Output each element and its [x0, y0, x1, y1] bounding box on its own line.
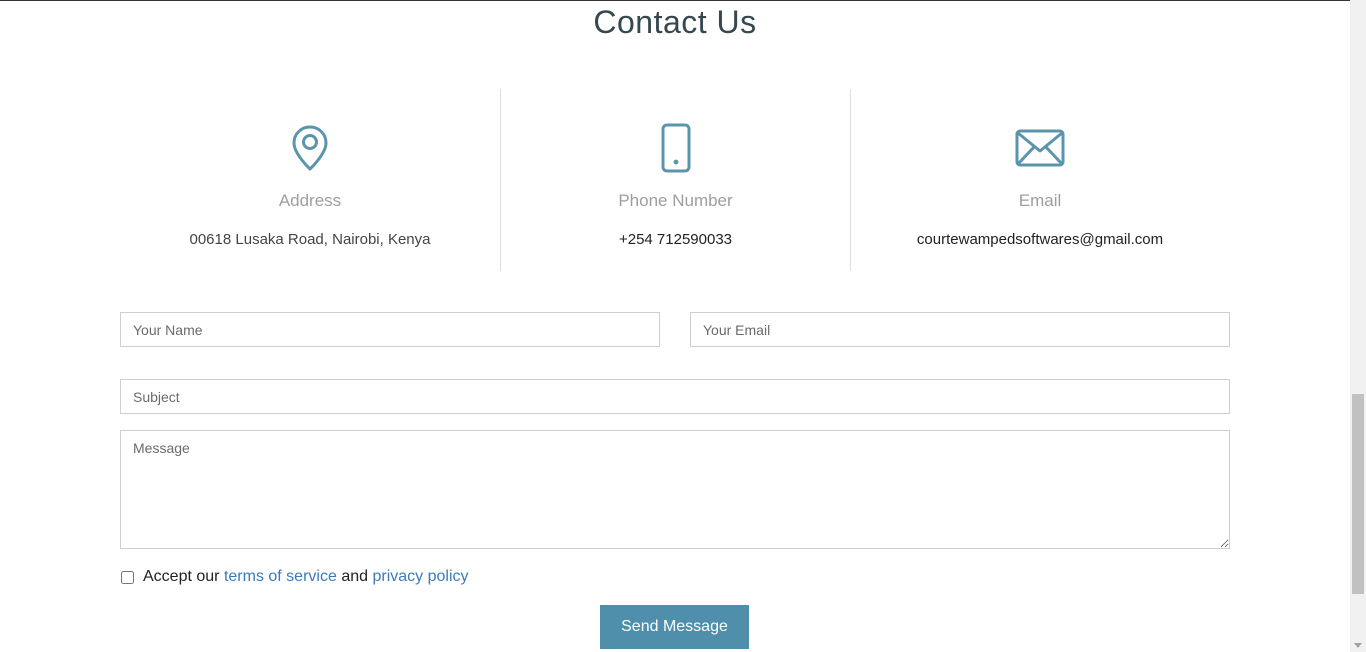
terms-acceptance: Accept our terms of service and privacy …: [120, 566, 469, 588]
contact-page: Contact Us Address 00618 Lusaka Road, Na…: [0, 0, 1366, 652]
contact-info-row: Address 00618 Lusaka Road, Nairobi, Keny…: [120, 89, 1230, 271]
name-input[interactable]: [120, 312, 660, 347]
scroll-down-arrow-icon[interactable]: [1354, 643, 1362, 648]
address-label: Address: [278, 191, 342, 210]
send-message-button[interactable]: Send Message: [600, 605, 749, 649]
phone-label: Phone Number: [618, 191, 733, 210]
address-column: Address 00618 Lusaka Road, Nairobi, Keny…: [120, 89, 500, 271]
email-label: Email: [1018, 191, 1062, 210]
email-input[interactable]: [690, 312, 1230, 347]
scrollbar-thumb[interactable]: [1352, 394, 1364, 594]
page-title: Contact Us: [593, 4, 757, 40]
email-value: courtewampedsoftwares@gmail.com: [916, 231, 1164, 248]
privacy-policy-link[interactable]: privacy policy: [372, 568, 468, 586]
top-divider: [0, 0, 1350, 1]
email-column: Email courtewampedsoftwares@gmail.com: [850, 89, 1230, 271]
smartphone-icon: [661, 123, 690, 173]
location-pin-icon: [292, 125, 328, 171]
phone-value: +254 712590033: [618, 231, 733, 248]
accept-middle-text: and: [341, 568, 369, 585]
address-value: 00618 Lusaka Road, Nairobi, Kenya: [189, 231, 431, 248]
phone-column: Phone Number +254 712590033: [500, 89, 851, 271]
envelope-icon: [1015, 129, 1065, 167]
message-textarea[interactable]: [120, 430, 1230, 549]
subject-input[interactable]: [120, 379, 1230, 414]
accept-terms-checkbox[interactable]: [121, 570, 134, 584]
page-scrollbar[interactable]: [1350, 0, 1366, 652]
terms-of-service-link[interactable]: terms of service: [224, 568, 337, 586]
accept-prefix-text: Accept our: [143, 568, 220, 585]
